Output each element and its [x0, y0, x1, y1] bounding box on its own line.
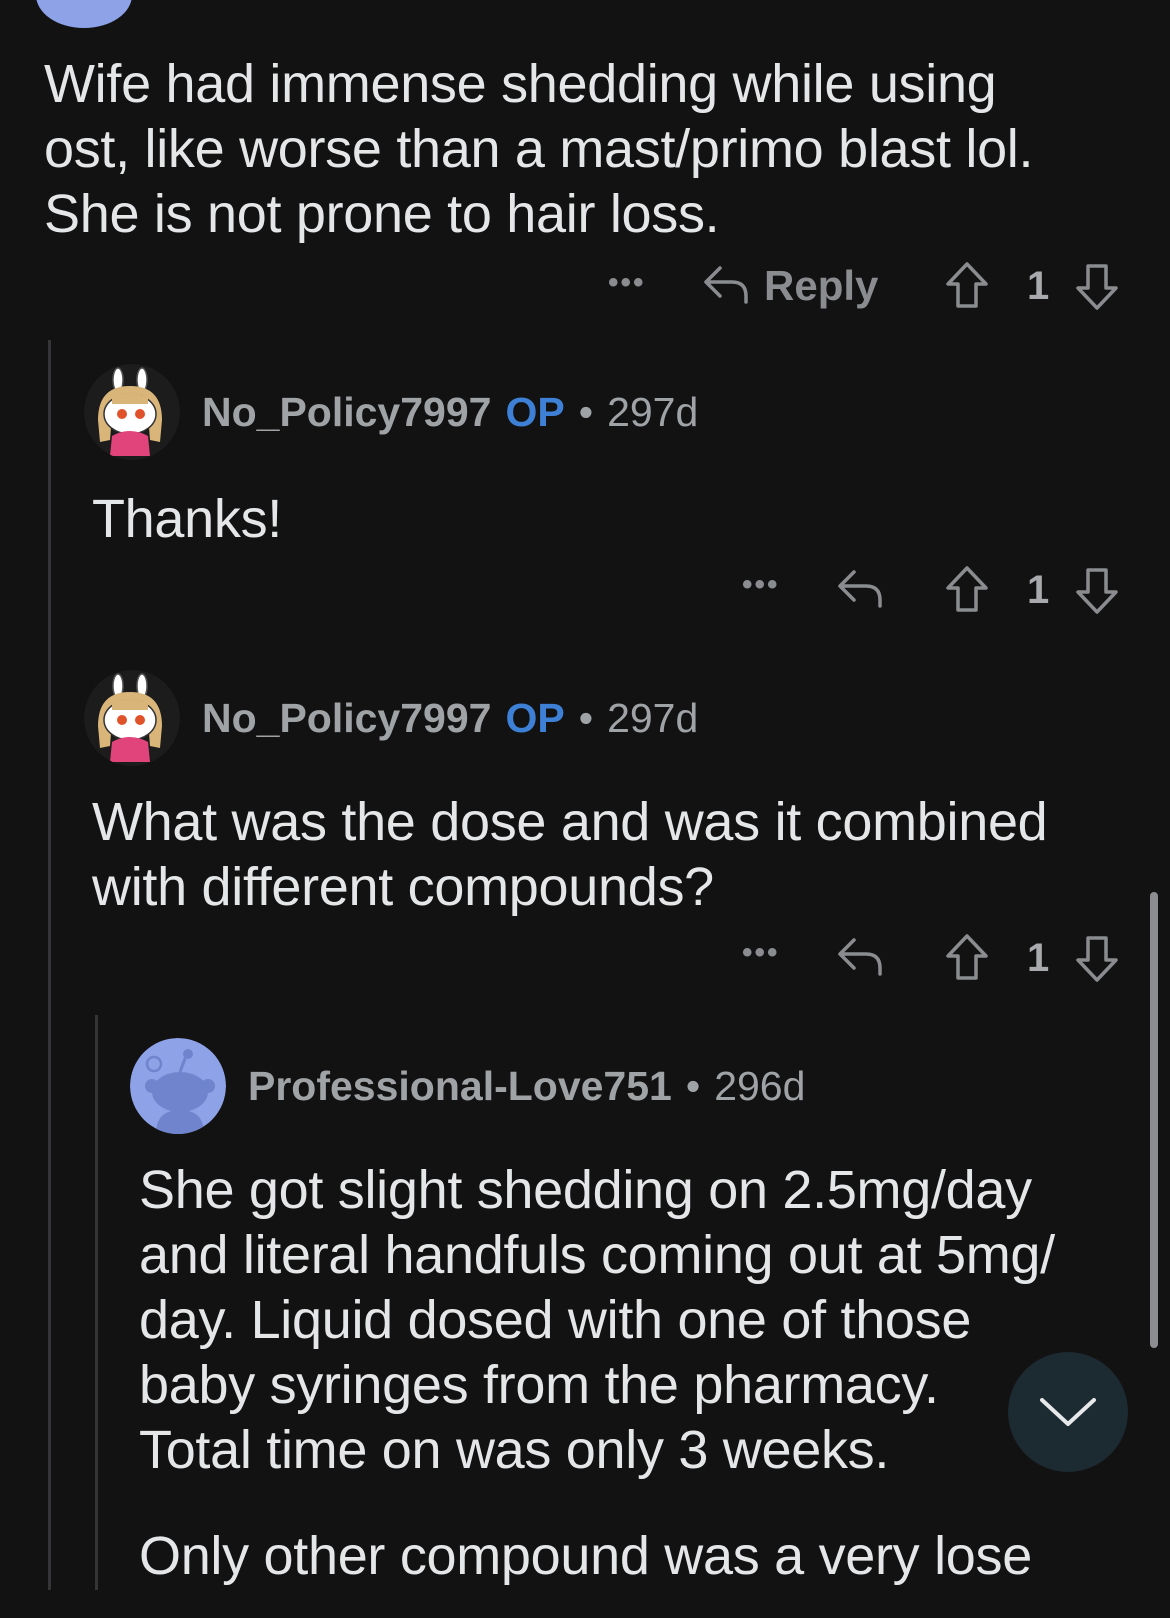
comment-line: Total time on was only 3 weeks.	[139, 1420, 890, 1480]
avatar[interactable]	[130, 1038, 226, 1134]
avatar-partial[interactable]	[36, 0, 132, 28]
comment-header: Professional-Love751 • 296d	[130, 1036, 805, 1136]
author-name[interactable]: No_Policy7997	[202, 389, 491, 436]
avatar[interactable]	[84, 364, 180, 460]
reply-arrow-icon[interactable]	[836, 934, 884, 978]
meta-separator: •	[578, 388, 594, 435]
comment-line: baby syringes from the pharmacy.	[139, 1355, 939, 1415]
comment-line: She is not prone to hair loss.	[44, 184, 720, 244]
reply-arrow-icon[interactable]	[836, 566, 884, 610]
chevron-down-icon	[1040, 1398, 1096, 1426]
comment-header: No_Policy7997 OP • 297d	[84, 668, 698, 768]
comment-age: 297d	[607, 388, 699, 435]
downvote-arrow-icon[interactable]	[1074, 566, 1120, 616]
comment-body: Thanks!	[92, 487, 282, 552]
upvote-arrow-icon[interactable]	[944, 260, 990, 310]
comment-line: Thanks!	[92, 489, 282, 549]
comment-line: Wife had immense shedding while using	[44, 54, 997, 114]
comment-line: day. Liquid dosed with one of those	[139, 1290, 972, 1350]
comment-line: and literal handfuls coming out at 5mg/	[139, 1225, 1055, 1285]
comment-line: with different compounds?	[92, 857, 714, 917]
comment-line: She got slight shedding on 2.5mg/day	[139, 1160, 1032, 1220]
comment-line: Only other compound was a very lose	[139, 1526, 1032, 1586]
comment-header: No_Policy7997 OP • 297d	[84, 362, 698, 462]
comment-age: 296d	[714, 1062, 806, 1109]
op-badge: OP	[505, 388, 565, 435]
vote-count: 1	[1027, 568, 1050, 612]
comment-line: ost, like worse than a mast/primo blast …	[44, 119, 1034, 179]
downvote-arrow-icon[interactable]	[1074, 262, 1120, 312]
upvote-arrow-icon[interactable]	[944, 564, 990, 614]
scroll-down-button[interactable]	[1008, 1352, 1128, 1472]
comment-body-paragraph-2: Only other compound was a very lose	[139, 1524, 1032, 1589]
scrollbar[interactable]	[1150, 892, 1158, 1348]
comment-body: She got slight shedding on 2.5mg/day and…	[139, 1158, 1055, 1483]
thread-line-level-2[interactable]	[95, 1015, 98, 1590]
more-options-icon[interactable]: •••	[742, 568, 780, 602]
vote-count: 1	[1027, 936, 1050, 980]
meta-separator: •	[578, 694, 594, 741]
comment-body: What was the dose and was it combined wi…	[92, 790, 1048, 920]
upvote-arrow-icon[interactable]	[944, 932, 990, 982]
reply-arrow-icon[interactable]	[702, 262, 750, 306]
avatar[interactable]	[84, 670, 180, 766]
thread-line-level-1[interactable]	[48, 340, 51, 1590]
more-options-icon[interactable]: •••	[742, 936, 780, 970]
comment-line: What was the dose and was it combined	[92, 792, 1048, 852]
comment-age: 297d	[607, 694, 699, 741]
reply-button[interactable]: Reply	[764, 262, 878, 310]
vote-count: 1	[1027, 264, 1050, 308]
meta-separator: •	[685, 1062, 701, 1109]
comment-body: Wife had immense shedding while using os…	[44, 52, 1034, 247]
author-name[interactable]: No_Policy7997	[202, 695, 491, 742]
downvote-arrow-icon[interactable]	[1074, 934, 1120, 984]
more-options-icon[interactable]: •••	[608, 266, 646, 300]
op-badge: OP	[505, 694, 565, 741]
author-name[interactable]: Professional-Love751	[248, 1063, 672, 1110]
